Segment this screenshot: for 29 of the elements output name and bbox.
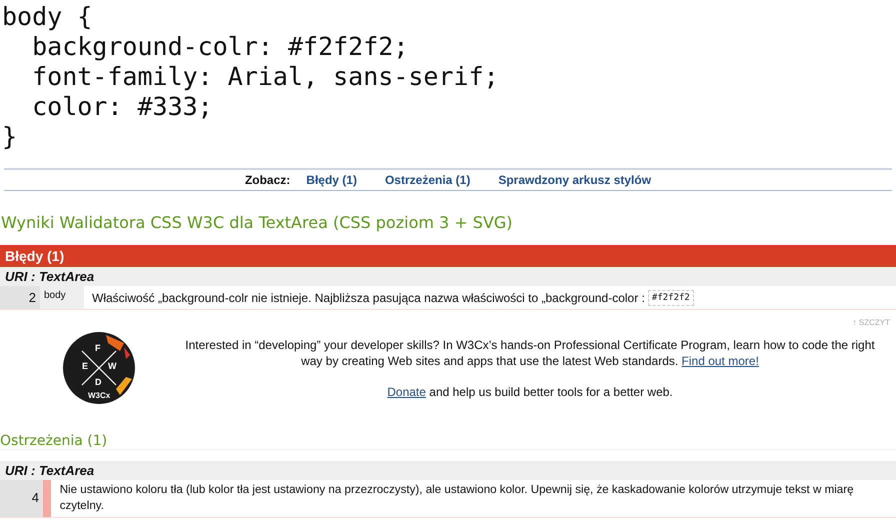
warnings-heading: Ostrzeżenia (1) (0, 433, 896, 450)
code-line: body { (2, 2, 92, 32)
errors-heading: Błędy (1) (0, 245, 896, 267)
line-number: 4 (0, 480, 43, 517)
nav-link[interactable]: Ostrzeżenia (1) (384, 173, 470, 187)
nav-label: Zobacz: (244, 173, 290, 187)
code-line: color: #333; (31, 92, 213, 122)
code-line: background-colr: #f2f2f2; (31, 32, 408, 62)
donate-link[interactable]: Donate (387, 384, 426, 398)
logo-letter: D (95, 377, 102, 387)
uri-label: URI : TextArea (0, 461, 896, 480)
logo-letter: F (95, 343, 100, 353)
line-number: 2 (0, 286, 40, 309)
logo-letter: W (108, 361, 116, 371)
find-out-link[interactable]: Find out more! (682, 354, 759, 368)
code-line: font-family: Arial, sans-serif; (31, 62, 499, 92)
error-message: Właściwość „background-colr nie istnieje. Najbliższa pasująca nazwa właściwości to „background-color : (91, 290, 646, 306)
uri-label: URI : TextArea (0, 267, 896, 286)
logo-letter: E (82, 361, 88, 371)
donate-text: Donate and help us build better tools for a better web. (386, 384, 674, 400)
page-title: Wyniki Walidatora CSS W3C dla TextArea (CSS poziom 3 + SVG) (1, 213, 514, 232)
context-cell: body (40, 286, 84, 309)
code-value: #f2f2f2 (648, 290, 694, 306)
code-line: } (2, 122, 18, 152)
promo-text: Interested in “developing” your developer skills? In W3Cx’s hands-on Professional Certificate Program, learn how to code the right way by creating Web sites and apps that use the latest Web standards. Find out more! (184, 336, 876, 368)
logo-brand: W3Cx (88, 391, 110, 400)
nav-link[interactable]: Sprawdzony arkusz stylów (498, 173, 652, 187)
nav-link[interactable]: Błędy (1) (306, 173, 357, 187)
warning-message: Nie ustawiono koloru tła (lub kolor tła jest ustawiony na przezroczysty), ale ustawiono kolor. Upewnij się, że kaskadowanie kolorów utrzymuje tekst w miarę czytelny. (58, 482, 855, 514)
